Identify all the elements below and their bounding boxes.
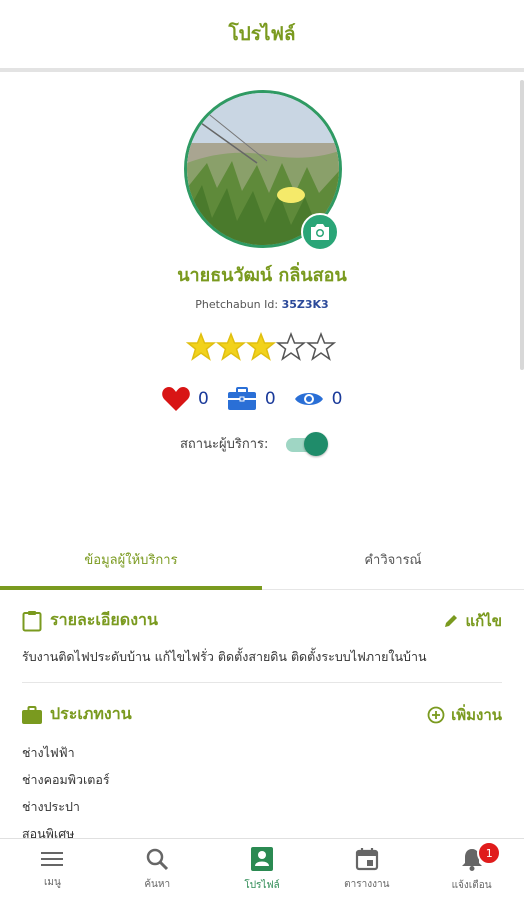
star-empty-icon bbox=[276, 332, 306, 361]
profile-id-value: 35Z3K3 bbox=[281, 298, 329, 311]
add-circle-icon bbox=[427, 706, 445, 723]
camera-button[interactable] bbox=[301, 213, 339, 251]
add-job-button-label: เพิ่มงาน bbox=[451, 705, 502, 724]
notification-badge: 1 bbox=[477, 841, 502, 865]
edit-button-label: แก้ไข bbox=[465, 611, 502, 630]
heart-icon bbox=[162, 387, 190, 411]
camera-icon bbox=[311, 224, 329, 240]
eye-icon bbox=[294, 393, 323, 405]
tab-provider-info-label: ข้อมูลผู้ให้บริการ bbox=[84, 553, 178, 568]
nav-search-label: ค้นหา bbox=[144, 879, 171, 890]
nav-notifications[interactable]: 1 แจ้งเตือน bbox=[419, 839, 524, 900]
provider-status-label: สถานะผู้บริการ: bbox=[180, 436, 269, 452]
stats-row: 0 0 0 bbox=[162, 386, 360, 412]
top-app-bar: โปรไฟล์ bbox=[0, 0, 524, 72]
tab-reviews-label: คำวิจารณ์ bbox=[364, 553, 422, 568]
profile-id-label: Phetchabun Id: bbox=[195, 298, 279, 311]
star-filled-icon bbox=[246, 332, 276, 361]
calendar-icon bbox=[355, 848, 378, 871]
views-count: 0 bbox=[331, 389, 343, 409]
job-detail-text: รับงานติดไฟประดับบ้าน แก้ไขไฟรั่ว ติดตั้… bbox=[22, 649, 427, 664]
likes-stat[interactable]: 0 bbox=[162, 386, 209, 412]
page-title: โปรไฟล์ bbox=[228, 23, 296, 45]
nav-schedule[interactable]: ตารางงาน bbox=[314, 839, 419, 900]
add-job-button[interactable]: เพิ่มงาน bbox=[427, 703, 502, 727]
jobs-stat[interactable]: 0 bbox=[227, 387, 276, 411]
list-item: ช่างไฟฟ้า bbox=[22, 745, 75, 760]
profile-name: นายธนวัฒน์ กลิ่นสอน bbox=[177, 265, 347, 286]
pencil-icon bbox=[445, 614, 458, 627]
nav-profile[interactable]: โปรไฟล์ bbox=[210, 839, 315, 900]
nav-profile-label: โปรไฟล์ bbox=[244, 880, 280, 891]
section-divider bbox=[22, 682, 502, 683]
nav-notifications-label: แจ้งเตือน bbox=[451, 880, 492, 891]
profile-icon bbox=[250, 847, 273, 871]
provider-status-toggle[interactable] bbox=[286, 432, 329, 456]
profile-id-row: Phetchabun Id: 35Z3K3 bbox=[0, 298, 524, 311]
job-detail-section: รายละเอียดงาน แก้ไข รับงานติดไฟประดับบ้า… bbox=[22, 608, 502, 667]
nav-schedule-label: ตารางงาน bbox=[344, 879, 390, 890]
views-stat[interactable]: 0 bbox=[294, 389, 343, 409]
job-detail-title: รายละเอียดงาน bbox=[50, 610, 158, 629]
clipboard-icon bbox=[22, 610, 42, 631]
edit-button[interactable]: แก้ไข bbox=[443, 609, 502, 633]
list-item: ช่างคอมพิวเตอร์ bbox=[22, 772, 110, 787]
briefcase-icon bbox=[227, 387, 256, 410]
job-types-list: ช่างไฟฟ้า ช่างคอมพิวเตอร์ ช่างประปา สอนพ… bbox=[22, 739, 502, 847]
job-detail-heading: รายละเอียดงาน bbox=[22, 608, 158, 633]
job-types-section: ประเภทงาน เพิ่มงาน ช่างไฟฟ้า ช่างคอมพิวเ… bbox=[22, 702, 502, 847]
star-filled-icon bbox=[186, 332, 216, 361]
nav-menu-label: เมนู bbox=[43, 877, 61, 888]
provider-status-row: สถานะผู้บริการ: bbox=[180, 432, 329, 456]
bottom-navigation: เมนู ค้นหา โปรไฟล์ ตารางงาน 1 แจ้งเตือน bbox=[0, 838, 524, 900]
job-types-title: ประเภทงาน bbox=[50, 704, 132, 723]
rating-stars bbox=[186, 332, 336, 362]
likes-count: 0 bbox=[198, 389, 209, 409]
job-types-heading: ประเภทงาน bbox=[22, 702, 132, 727]
menu-icon bbox=[41, 852, 64, 866]
nav-menu[interactable]: เมนู bbox=[0, 839, 105, 900]
tab-reviews[interactable]: คำวิจารณ์ bbox=[262, 530, 524, 589]
nav-search[interactable]: ค้นหา bbox=[105, 839, 210, 900]
tab-provider-info[interactable]: ข้อมูลผู้ให้บริการ bbox=[0, 530, 262, 590]
star-empty-icon bbox=[306, 332, 336, 361]
star-filled-icon bbox=[216, 332, 246, 361]
profile-tabs: ข้อมูลผู้ให้บริการ คำวิจารณ์ bbox=[0, 530, 524, 590]
search-icon bbox=[146, 848, 169, 871]
scrollbar[interactable] bbox=[520, 80, 524, 370]
jobs-count: 0 bbox=[264, 389, 276, 409]
briefcase-icon bbox=[22, 705, 42, 724]
list-item: ช่างประปา bbox=[22, 799, 80, 814]
